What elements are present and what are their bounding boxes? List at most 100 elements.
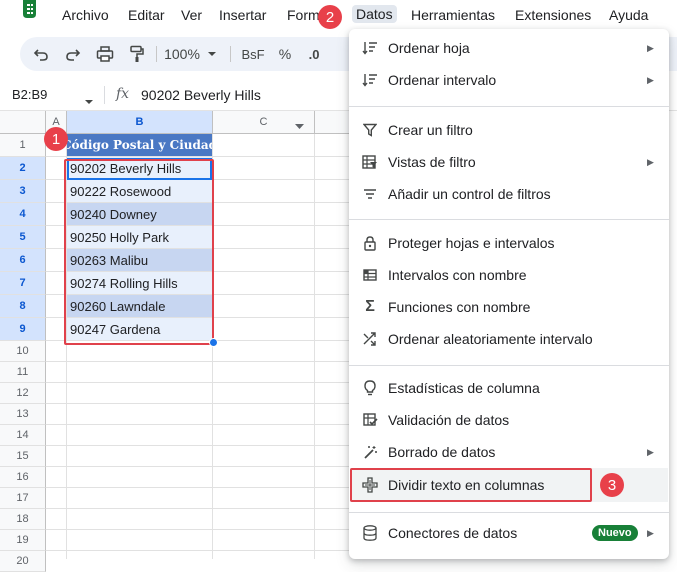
menu-datos[interactable]: Datos	[352, 5, 397, 23]
menu-item-proteger[interactable]: Proteger hojas e intervalos	[349, 228, 669, 258]
row-header-6[interactable]: 6	[0, 249, 46, 272]
named-ranges-icon	[361, 266, 379, 284]
zoom-select[interactable]: 100%	[160, 37, 204, 71]
undo-icon[interactable]	[30, 37, 52, 71]
column-menu-caret-icon[interactable]	[295, 120, 304, 132]
menu-divider	[349, 106, 669, 107]
name-box-caret-icon[interactable]	[84, 92, 94, 110]
row-header-10[interactable]: 10	[0, 341, 46, 362]
fx-icon: fx	[116, 86, 130, 102]
column-header-c[interactable]: C	[213, 111, 315, 134]
menu-item-label: Conectores de datos	[388, 525, 518, 541]
row-header-13[interactable]: 13	[0, 404, 46, 425]
row-header-8[interactable]: 8	[0, 295, 46, 318]
callout-badge-2: 2	[318, 5, 342, 29]
row-header-1[interactable]: 1	[0, 134, 46, 157]
row-header-20[interactable]: 20	[0, 551, 46, 572]
row-header-14[interactable]: 14	[0, 425, 46, 446]
callout-badge-3: 3	[600, 473, 624, 497]
submenu-arrow-icon: ▶	[647, 42, 654, 53]
database-icon	[361, 524, 379, 542]
selection-highlight-box	[64, 159, 214, 345]
formula-input[interactable]: 90202 Beverly Hills	[141, 87, 261, 103]
menu-divider	[349, 365, 669, 366]
select-all-corner[interactable]	[0, 111, 46, 134]
lock-icon	[361, 234, 379, 252]
row-header-9[interactable]: 9	[0, 318, 46, 341]
zoom-caret-icon[interactable]	[205, 37, 219, 71]
menu-ayuda[interactable]: Ayuda	[609, 7, 648, 23]
menu-item-intervalos-nombre[interactable]: Intervalos con nombre	[349, 260, 669, 290]
callout-badge-1: 1	[44, 127, 68, 151]
split-text-highlight-box	[350, 468, 592, 502]
menu-archivo[interactable]: Archivo	[62, 7, 109, 23]
lightbulb-icon	[361, 379, 379, 397]
row-header-2[interactable]: 2	[0, 157, 46, 180]
menu-divider	[349, 512, 669, 513]
new-badge: Nuevo	[592, 525, 638, 541]
menu-item-conectores[interactable]: Conectores de datos Nuevo ▶	[349, 518, 669, 548]
filter-views-icon	[361, 153, 379, 171]
currency-format-button[interactable]: BsF	[238, 37, 268, 71]
menu-item-label: Vistas de filtro	[388, 154, 476, 170]
row-header-3[interactable]: 3	[0, 180, 46, 203]
menu-item-crear-filtro[interactable]: Crear un filtro	[349, 115, 669, 145]
menu-item-label: Borrado de datos	[388, 444, 496, 460]
menu-item-label: Intervalos con nombre	[388, 267, 527, 283]
menu-extensiones[interactable]: Extensiones	[515, 7, 591, 23]
menu-editar[interactable]: Editar	[128, 7, 165, 23]
menu-item-label: Crear un filtro	[388, 122, 473, 138]
row-header-12[interactable]: 12	[0, 383, 46, 404]
sort-icon	[361, 39, 379, 57]
row-header-16[interactable]: 16	[0, 467, 46, 488]
shuffle-icon	[361, 330, 379, 348]
row-header-15[interactable]: 15	[0, 446, 46, 467]
row-header-7[interactable]: 7	[0, 272, 46, 295]
menu-item-ordenar-aleatorio[interactable]: Ordenar aleatoriamente intervalo	[349, 324, 669, 354]
filter-icon	[361, 121, 379, 139]
submenu-arrow-icon: ▶	[647, 156, 654, 167]
menu-item-control-filtros[interactable]: Añadir un control de filtros	[349, 179, 669, 209]
cell-b1-header[interactable]: Código Postal y Ciudad	[67, 134, 213, 157]
decrease-decimal-button[interactable]: .0	[303, 37, 325, 71]
menu-insertar[interactable]: Insertar	[219, 7, 266, 23]
slicer-icon	[361, 185, 379, 203]
menu-item-label: Ordenar hoja	[388, 40, 470, 56]
menu-herramientas[interactable]: Herramientas	[411, 7, 495, 23]
menu-item-label: Añadir un control de filtros	[388, 186, 551, 202]
sheets-logo-icon[interactable]	[0, 0, 44, 28]
submenu-arrow-icon: ▶	[647, 74, 654, 85]
menu-item-borrado[interactable]: Borrado de datos ▶	[349, 437, 669, 467]
toolbar-divider	[156, 46, 157, 62]
menu-item-label: Estadísticas de columna	[388, 380, 540, 396]
column-header-b[interactable]: B	[67, 111, 213, 134]
sort-icon	[361, 71, 379, 89]
validation-icon	[361, 411, 379, 429]
row-header-5[interactable]: 5	[0, 226, 46, 249]
print-icon[interactable]	[94, 37, 116, 71]
row-header-17[interactable]: 17	[0, 488, 46, 509]
menu-item-ordenar-intervalo[interactable]: Ordenar intervalo ▶	[349, 65, 669, 95]
menu-item-label: Ordenar intervalo	[388, 72, 497, 88]
paint-format-icon[interactable]	[126, 37, 148, 71]
redo-icon[interactable]	[62, 37, 84, 71]
menu-ver[interactable]: Ver	[181, 7, 202, 23]
formula-divider	[104, 86, 105, 104]
percent-format-button[interactable]: %	[275, 37, 295, 71]
menu-item-label: Proteger hojas e intervalos	[388, 235, 555, 251]
name-box[interactable]: B2:B9	[12, 87, 47, 102]
toolbar-divider	[230, 46, 231, 62]
row-header-18[interactable]: 18	[0, 509, 46, 530]
menu-item-validacion[interactable]: Validación de datos	[349, 405, 669, 435]
menu-item-vistas-filtro[interactable]: Vistas de filtro ▶	[349, 147, 669, 177]
row-header-4[interactable]: 4	[0, 203, 46, 226]
menu-item-ordenar-hoja[interactable]: Ordenar hoja ▶	[349, 33, 669, 63]
menu-item-funciones-nombre[interactable]: Σ Funciones con nombre	[349, 292, 669, 322]
menu-item-estadisticas[interactable]: Estadísticas de columna	[349, 373, 669, 403]
column-header-c-label: C	[259, 116, 268, 128]
menu-item-label: Validación de datos	[388, 412, 510, 428]
fill-handle[interactable]	[209, 338, 218, 347]
menu-formato[interactable]: Form	[287, 7, 320, 23]
row-header-19[interactable]: 19	[0, 530, 46, 551]
row-header-11[interactable]: 11	[0, 362, 46, 383]
